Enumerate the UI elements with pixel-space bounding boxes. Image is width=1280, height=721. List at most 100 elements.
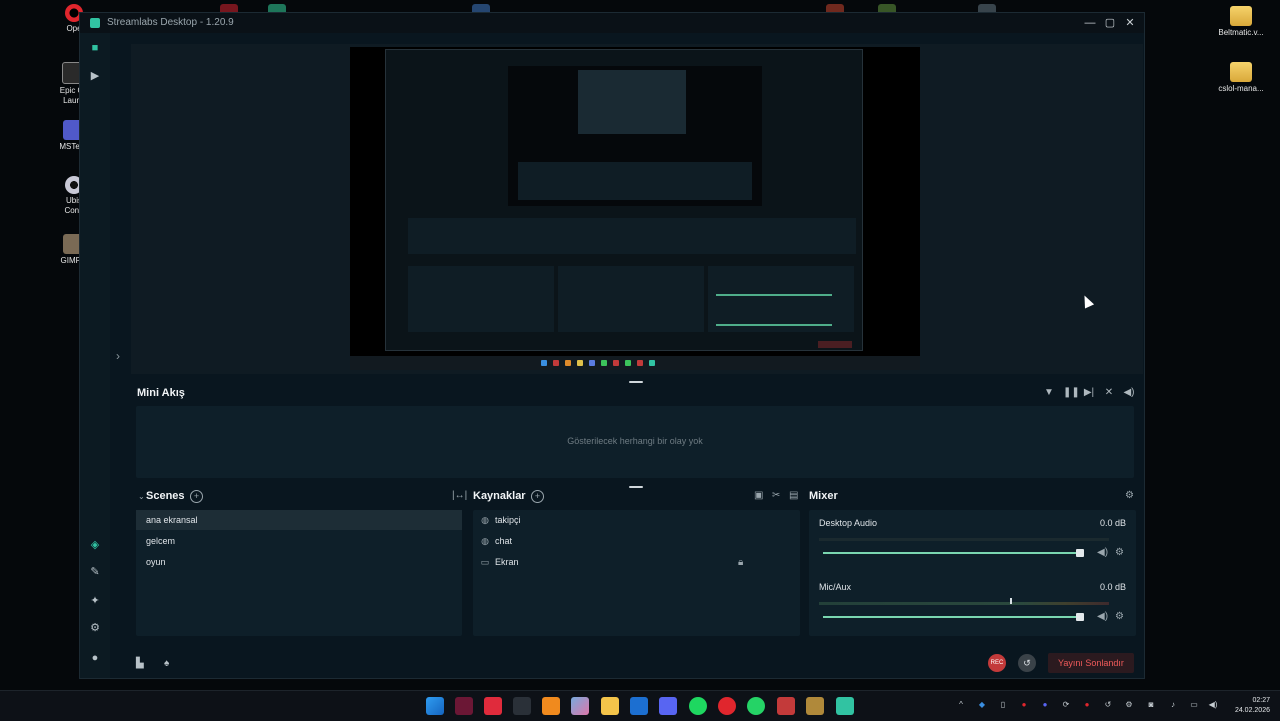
- recorder-icon[interactable]: [777, 697, 795, 715]
- valorant-icon[interactable]: [484, 697, 502, 715]
- lol-icon[interactable]: [806, 697, 824, 715]
- stream-preview[interactable]: [350, 47, 920, 370]
- globe-icon: ◍: [481, 515, 489, 525]
- replay-buffer-button[interactable]: ↺: [1018, 654, 1036, 672]
- scene-transitions-icon[interactable]: |↔|: [452, 490, 467, 501]
- discord-tray-icon[interactable]: ●: [1040, 700, 1050, 710]
- source-label: Ekran: [495, 557, 519, 567]
- opera-gx-icon[interactable]: [718, 697, 736, 715]
- record-tray-icon[interactable]: ●: [1082, 700, 1092, 710]
- network-icon[interactable]: ▭: [1189, 700, 1199, 710]
- game-app-icon[interactable]: [455, 697, 473, 715]
- settings-icon[interactable]: ⚙: [88, 621, 102, 635]
- speaker-icon[interactable]: ◀): [1097, 611, 1108, 622]
- add-source-button[interactable]: +: [531, 490, 544, 503]
- account-icon[interactable]: ●: [88, 651, 102, 665]
- speaker-icon[interactable]: ◀): [1097, 547, 1108, 558]
- add-folder-icon[interactable]: ▤: [789, 490, 798, 501]
- highlighter-icon[interactable]: ◈: [88, 538, 102, 552]
- scene-item[interactable]: ana ekransal: [136, 510, 462, 530]
- spotify-icon[interactable]: [689, 697, 707, 715]
- themes-icon[interactable]: ✎: [88, 565, 102, 579]
- mute-alerts-icon[interactable]: ✕: [1103, 387, 1115, 399]
- side-nav: ■ ▶ ◈ ✎ ✦ ⚙ ●: [80, 33, 110, 678]
- recording-history-icon[interactable]: ▶: [88, 69, 102, 83]
- mixer-panel: Desktop Audio 0.0 dB ◀) ⚙ Mic/Aux 0.0 dB…: [809, 510, 1136, 636]
- opera-tray-icon[interactable]: ●: [1019, 700, 1029, 710]
- mixer-channel-db: 0.0 dB: [1099, 582, 1126, 592]
- source-item[interactable]: ◍ chat: [479, 531, 769, 551]
- outlook-icon[interactable]: [630, 697, 648, 715]
- filter-icon[interactable]: ▼: [1043, 387, 1055, 399]
- system-clock[interactable]: 02:27 24.02.2026: [1235, 696, 1270, 716]
- record-button[interactable]: REC: [988, 654, 1006, 672]
- desktop-icon-cslol[interactable]: cslol-mana...: [1211, 62, 1271, 94]
- globe-icon: ◍: [481, 536, 489, 546]
- mix-icon[interactable]: ✂: [772, 490, 780, 501]
- source-settings-icon[interactable]: ▣: [754, 490, 763, 501]
- gear-icon[interactable]: ⚙: [1115, 547, 1124, 558]
- chevron-right-icon[interactable]: ›: [116, 349, 120, 363]
- sources-list: ◍ takipçi ◍ chat ▭ Ekran 🔒︎: [473, 510, 800, 636]
- notifications-icon[interactable]: ♠: [164, 658, 169, 669]
- lock-icon[interactable]: 🔒︎: [738, 557, 743, 568]
- mixer-settings-icon[interactable]: ⚙: [1125, 490, 1134, 501]
- minimize-button[interactable]: —: [1082, 15, 1098, 31]
- desktop-icon-label: Beltmatic.v...: [1218, 28, 1264, 37]
- maximize-button[interactable]: ▢: [1102, 15, 1118, 31]
- pause-icon[interactable]: ❚❚: [1063, 387, 1080, 399]
- streamlabs-taskbar-icon[interactable]: [836, 697, 854, 715]
- performance-icon[interactable]: ▙: [136, 658, 144, 669]
- copilot-icon[interactable]: [571, 697, 589, 715]
- skip-icon[interactable]: ▶|: [1083, 387, 1095, 399]
- source-item[interactable]: ▭ Ekran: [479, 552, 769, 572]
- folder-icon: [1230, 62, 1252, 82]
- chevron-down-icon[interactable]: ⌄: [138, 492, 145, 501]
- mixer-channel-name: Desktop Audio: [819, 518, 878, 528]
- clock-time: 02:27: [1252, 697, 1270, 704]
- clock-date: 24.02.2026: [1234, 707, 1270, 714]
- volume-icon[interactable]: ◀): [1123, 387, 1135, 399]
- close-button[interactable]: ✕: [1122, 15, 1138, 31]
- volume-slider-knob[interactable]: [1076, 613, 1084, 621]
- gear-icon[interactable]: ⚙: [1115, 611, 1124, 622]
- scene-item[interactable]: oyun: [136, 552, 462, 572]
- folder-icon: [1230, 6, 1252, 26]
- gear-icon[interactable]: ⚙: [1124, 700, 1134, 710]
- sources-title: Kaynaklar: [473, 490, 526, 502]
- volume-slider-knob[interactable]: [1076, 549, 1084, 557]
- volume-icon[interactable]: ◀): [1208, 700, 1218, 710]
- title-bar[interactable]: Streamlabs Desktop - 1.20.9 — ▢ ✕: [80, 13, 1144, 33]
- riot-icon[interactable]: [513, 697, 531, 715]
- desktop-icon-beltmatic[interactable]: Beltmatic.v...: [1211, 6, 1271, 38]
- preview-area: [131, 44, 1143, 374]
- editor-icon[interactable]: ■: [88, 41, 102, 55]
- streamlabs-window: Streamlabs Desktop - 1.20.9 — ▢ ✕ ■ ▶ ◈ …: [79, 12, 1145, 679]
- shield-icon[interactable]: ◆: [977, 700, 987, 710]
- start-icon[interactable]: [426, 697, 444, 715]
- volume-slider[interactable]: [823, 552, 1079, 554]
- add-scene-button[interactable]: +: [190, 490, 203, 503]
- vpn-icon[interactable]: ⟳: [1061, 700, 1071, 710]
- windows-taskbar: ^ ◆ ▯ ● ● ⟳ ● ↺ ⚙ ◙ ♪ ▭ ◀) 02:27 24.02.2…: [0, 690, 1280, 721]
- peak-marker: [1010, 598, 1012, 604]
- chevron-up-icon[interactable]: ^: [956, 700, 966, 710]
- preview-nested-preview: [508, 66, 762, 206]
- arrow-app-icon[interactable]: [542, 697, 560, 715]
- microphone-icon[interactable]: ♪: [1168, 700, 1178, 710]
- app-store-icon[interactable]: ✦: [88, 594, 102, 608]
- end-stream-button[interactable]: Yayını Sonlandır: [1048, 653, 1134, 673]
- resize-handle[interactable]: [629, 486, 643, 488]
- source-item[interactable]: ◍ takipçi: [479, 510, 769, 530]
- monitor-icon: ▭: [480, 557, 490, 567]
- controller-icon[interactable]: ◙: [1146, 700, 1156, 710]
- battery-icon[interactable]: ▯: [998, 700, 1008, 710]
- desktop-icon-label: cslol-mana...: [1218, 84, 1264, 93]
- discord-icon[interactable]: [659, 697, 677, 715]
- volume-slider[interactable]: [823, 616, 1079, 618]
- whatsapp-icon[interactable]: [747, 697, 765, 715]
- scene-item[interactable]: gelcem: [136, 531, 462, 551]
- steam-icon[interactable]: ↺: [1103, 700, 1113, 710]
- file-explorer-icon[interactable]: [601, 697, 619, 715]
- mini-akis-title: Mini Akış: [137, 387, 185, 399]
